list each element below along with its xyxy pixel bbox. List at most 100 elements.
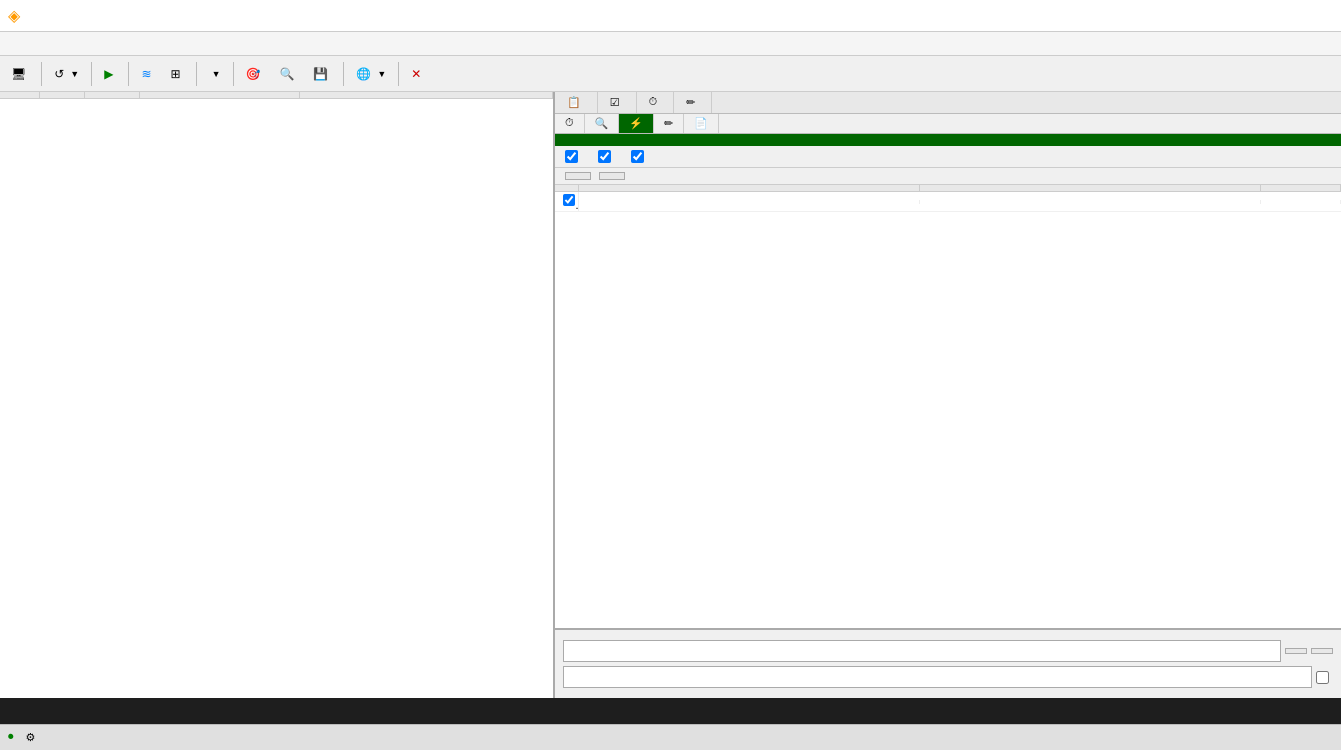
menu-edit[interactable] <box>20 42 36 46</box>
minimize-button[interactable] <box>1245 4 1269 28</box>
tab-autoresponder[interactable]: ⚡ <box>619 114 654 133</box>
toolbar: 🖥 ↺ ▼ ▶ ≋ ⊞ ▼ 🎯 🔍 💾 🌐 ▼ <box>0 56 1341 92</box>
rule-match-value <box>579 200 920 204</box>
rules-header-latency <box>1261 185 1341 191</box>
test-button[interactable] <box>1285 648 1307 654</box>
rule-editor <box>555 628 1341 698</box>
toolbar-separator-6 <box>343 62 344 86</box>
menu-fiddler[interactable] <box>100 42 116 46</box>
menu-tools[interactable] <box>52 42 68 46</box>
replay-dropdown-icon: ▼ <box>70 69 79 79</box>
target-icon: 🎯 <box>246 67 261 81</box>
rules-header-match <box>579 185 920 191</box>
right-panel: 📋 ☑ ⏱ ✏ ⏱ 🔍 <box>555 92 1341 698</box>
close-button[interactable] <box>1309 4 1333 28</box>
decode-icon: ⊞ <box>171 67 181 81</box>
add-rule-button[interactable] <box>565 172 591 180</box>
menu-bar <box>0 32 1341 56</box>
menu-geoedge[interactable] <box>116 42 132 46</box>
process-icon: ⚙ <box>26 732 36 744</box>
browse-button[interactable]: 🌐 ▼ <box>349 63 393 85</box>
col-header-num <box>0 92 40 98</box>
tab-apitest[interactable]: ✏ <box>674 92 712 113</box>
menu-rules[interactable] <box>36 42 52 46</box>
rule-url-row <box>563 640 1333 662</box>
tab-log[interactable]: 📋 <box>555 92 598 113</box>
all-processes-label: ⚙ <box>26 731 36 744</box>
col-header-url <box>300 92 553 98</box>
rule-latency-value <box>1261 200 1341 204</box>
keep-sessions-button[interactable]: ▼ <box>202 65 228 83</box>
clear-cache-button[interactable]: ✕ <box>404 63 431 85</box>
browse-dropdown-icon: ▼ <box>377 69 386 79</box>
match-only-once-checkbox[interactable] <box>1316 671 1333 684</box>
rules-header-respond <box>920 185 1261 191</box>
toolbar-separator-4 <box>196 62 197 86</box>
title-bar-controls <box>1245 4 1333 28</box>
sessions-panel <box>0 92 555 698</box>
find-icon: 🔍 <box>279 67 294 81</box>
rule-save-button[interactable] <box>1311 648 1333 654</box>
rule-respond-value <box>920 200 1261 204</box>
toolbar-separator-5 <box>233 62 234 86</box>
rules-header-check <box>555 185 579 191</box>
sessions-list[interactable] <box>0 99 553 698</box>
menu-view[interactable] <box>68 42 84 46</box>
import-button[interactable] <box>599 172 625 180</box>
rules-header <box>555 185 1341 192</box>
decode-button[interactable]: ⊞ <box>164 63 191 85</box>
match-once-input[interactable] <box>1316 671 1329 684</box>
title-bar-left: ◈ <box>8 6 26 26</box>
top-tab-row: 📋 ☑ ⏱ ✏ <box>555 92 1341 114</box>
autoresponder-icon: ⚡ <box>629 118 643 130</box>
stream-icon: ≋ <box>141 67 151 81</box>
go-icon: ▶ <box>104 67 113 81</box>
toolbar-separator-7 <box>398 62 399 86</box>
enable-rules-input[interactable] <box>565 150 578 163</box>
menu-help[interactable] <box>84 42 100 46</box>
apitest-icon: ✏ <box>686 96 695 109</box>
tab-inspectors[interactable]: 🔍 <box>585 114 620 133</box>
tab-filters[interactable]: ☑ <box>598 92 637 113</box>
winconfig-button[interactable]: 🖥 <box>4 63 36 85</box>
quickexec-bar <box>0 698 1341 724</box>
rule-url-input[interactable] <box>563 640 1281 662</box>
replay-button[interactable]: ↺ ▼ <box>47 63 86 85</box>
maximize-button[interactable] <box>1277 4 1301 28</box>
go-button[interactable]: ▶ <box>97 63 123 85</box>
timeline-icon: ⏱ <box>649 96 658 109</box>
tab-fiddlerscript[interactable]: 📄 <box>684 114 719 133</box>
rule-checkbox[interactable] <box>555 192 579 211</box>
globe-icon: 🌐 <box>356 67 371 81</box>
rule-file-row <box>563 666 1333 688</box>
keep-dropdown-icon: ▼ <box>212 69 221 79</box>
status-bar: ⏺ ⚙ <box>0 724 1341 750</box>
tab-timeline[interactable]: ⏱ <box>637 92 675 113</box>
col-header-protocol <box>85 92 140 98</box>
unmatched-passthrough-checkbox[interactable] <box>598 150 615 163</box>
toolbar-separator-3 <box>128 62 129 86</box>
tab-composer[interactable]: ✏ <box>654 114 684 133</box>
toolbar-separator-2 <box>91 62 92 86</box>
app-icon: ◈ <box>8 6 20 26</box>
save-button[interactable]: 💾 <box>306 63 338 85</box>
log-icon: 📋 <box>567 96 581 109</box>
find-button[interactable]: 🔍 <box>272 63 304 85</box>
enable-latency-checkbox[interactable] <box>631 150 648 163</box>
capturing-indicator: ⏺ <box>8 731 14 744</box>
main-area: 📋 ☑ ⏱ ✏ ⏱ 🔍 <box>0 92 1341 698</box>
filters-icon: ☑ <box>610 96 620 109</box>
stream-button[interactable]: ≋ <box>134 63 161 85</box>
latency-input[interactable] <box>631 150 644 163</box>
status-bar-left: ⏺ ⚙ <box>8 731 59 744</box>
options-bar <box>555 146 1341 168</box>
rule-file-input[interactable] <box>563 666 1312 688</box>
rule-row[interactable] <box>555 192 1341 212</box>
menu-file[interactable] <box>4 42 20 46</box>
sessions-header <box>0 92 553 99</box>
enable-rules-checkbox[interactable] <box>565 150 582 163</box>
unmatched-input[interactable] <box>598 150 611 163</box>
any-process-button[interactable]: 🎯 <box>239 63 271 85</box>
tab-statistics[interactable]: ⏱ <box>555 114 585 133</box>
col-header-host <box>140 92 300 98</box>
